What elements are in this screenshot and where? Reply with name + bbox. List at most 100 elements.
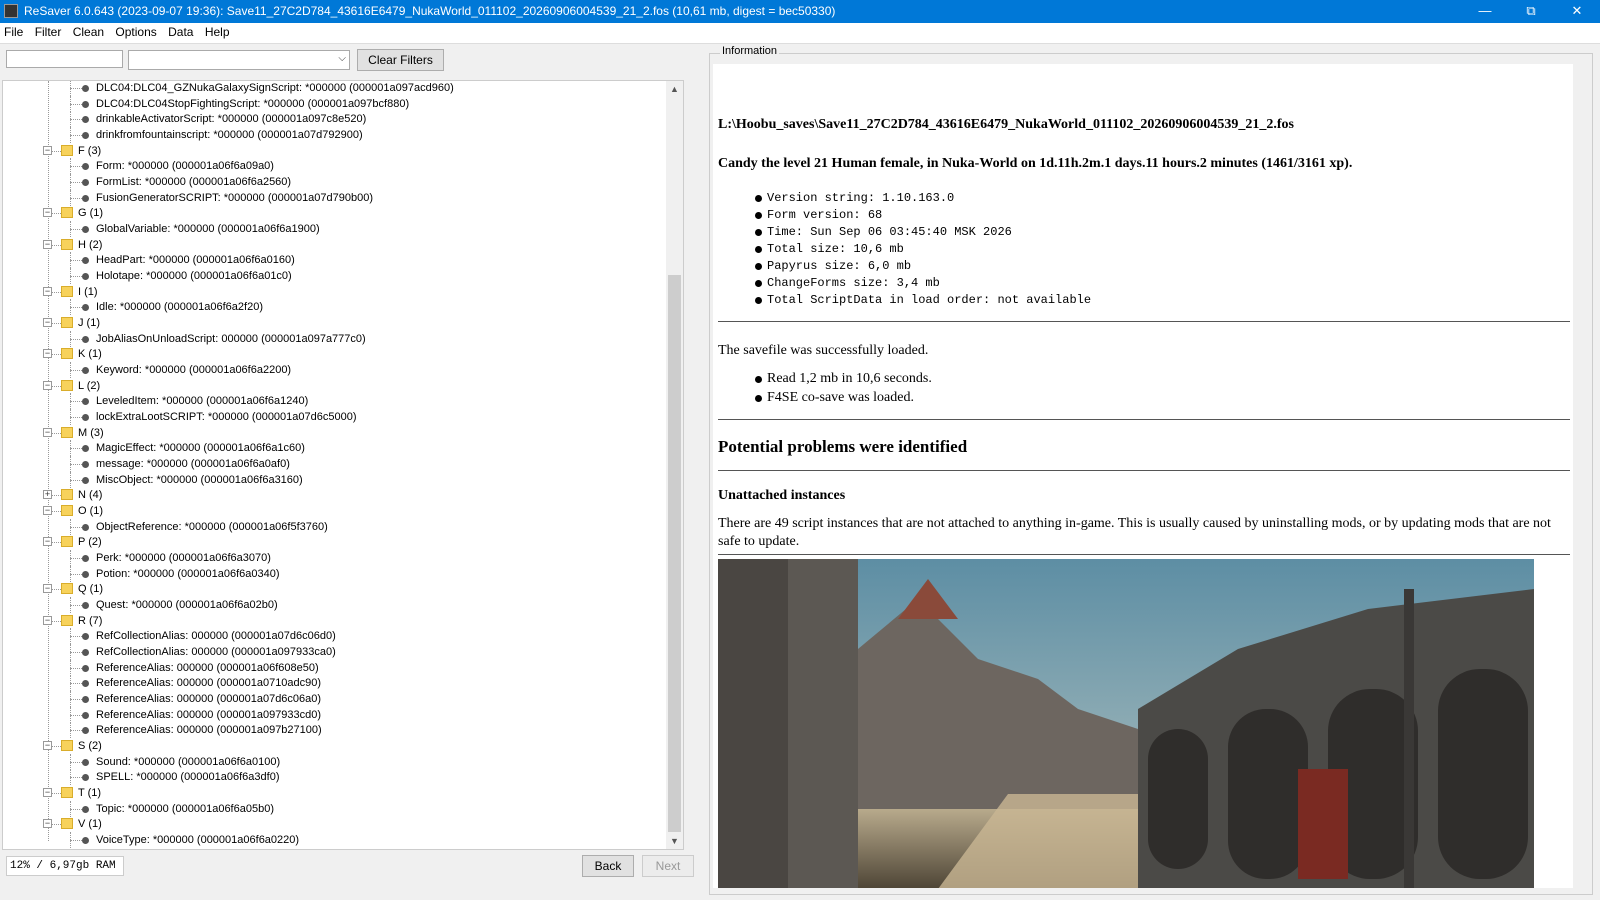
tree-category-label: G (1) bbox=[78, 207, 104, 219]
next-button[interactable]: Next bbox=[642, 855, 694, 877]
leaf-bullet-icon bbox=[82, 398, 89, 405]
tree-item[interactable]: SPELL: *000000 (000001a06f6a3df0) bbox=[3, 769, 665, 785]
collapse-icon[interactable]: − bbox=[43, 318, 52, 327]
tree-scroll-thumb[interactable] bbox=[668, 275, 681, 832]
tree-scrollbar[interactable]: ▲ ▼ bbox=[666, 81, 683, 849]
tree-category[interactable]: − S (2) bbox=[3, 738, 665, 754]
filter-text-input[interactable] bbox=[6, 50, 123, 68]
scroll-down-arrow-icon[interactable]: ▼ bbox=[666, 833, 683, 849]
tree-item[interactable]: Sound: *000000 (000001a06f6a0100) bbox=[3, 754, 665, 770]
tree-item[interactable]: ReferenceAlias: 000000 (000001a06f608e50… bbox=[3, 660, 665, 676]
folder-icon bbox=[61, 145, 73, 156]
collapse-icon[interactable]: − bbox=[43, 381, 52, 390]
tree-category[interactable]: − O (1) bbox=[3, 503, 665, 519]
tree-category[interactable]: − R (7) bbox=[3, 613, 665, 629]
collapse-icon[interactable]: − bbox=[43, 616, 52, 625]
tree-item[interactable]: ReferenceAlias: 000000 (000001a097b27100… bbox=[3, 722, 665, 738]
tree-item[interactable]: RefCollectionAlias: 000000 (000001a07d6c… bbox=[3, 628, 665, 644]
save-tree[interactable]: VoiceType: *000000 (000001a06f6a0220) − V … bbox=[2, 80, 684, 850]
tree-category[interactable]: − L (2) bbox=[3, 378, 665, 394]
tree-item[interactable]: Quest: *000000 (000001a06f6a02b0) bbox=[3, 597, 665, 613]
close-button[interactable]: ✕ bbox=[1554, 0, 1600, 23]
menu-file[interactable]: File bbox=[0, 23, 27, 39]
tree-category[interactable]: − V (1) bbox=[3, 816, 665, 832]
tree-category[interactable]: − Q (1) bbox=[3, 581, 665, 597]
tree-category[interactable]: − H (2) bbox=[3, 237, 665, 253]
leaf-bullet-icon bbox=[82, 665, 89, 672]
tree-connector bbox=[70, 699, 82, 700]
tree-item[interactable]: Topic: *000000 (000001a06f6a05b0) bbox=[3, 801, 665, 817]
tree-item[interactable]: JobAliasOnUnloadScript: 000000 (000001a0… bbox=[3, 331, 665, 347]
collapse-icon[interactable]: − bbox=[43, 819, 52, 828]
tree-category[interactable]: − G (1) bbox=[3, 205, 665, 221]
chevron-down-icon[interactable]: ⌵ bbox=[338, 53, 346, 64]
tree-item[interactable]: drinkfromfountainscript: *000000 (000001… bbox=[3, 127, 665, 143]
collapse-icon[interactable]: − bbox=[43, 788, 52, 797]
tree-item[interactable]: ReferenceAlias: 000000 (000001a07d6c06a0… bbox=[3, 691, 665, 707]
tree-item[interactable]: MiscObject: *000000 (000001a06f6a3160) bbox=[3, 472, 665, 488]
collapse-icon[interactable]: − bbox=[43, 506, 52, 515]
tree-item[interactable]: lockExtraLootSCRIPT: *000000 (000001a07d… bbox=[3, 409, 665, 425]
bullet-icon bbox=[755, 297, 762, 304]
menu-data[interactable]: Data bbox=[164, 23, 197, 39]
tree-item[interactable]: Form: *000000 (000001a06f6a09a0) bbox=[3, 158, 665, 174]
tree-connector bbox=[70, 558, 82, 559]
tree-item-label: ReferenceAlias: 000000 (000001a06f608e50… bbox=[96, 662, 319, 674]
collapse-icon[interactable]: − bbox=[43, 146, 52, 155]
tree-item[interactable]: MagicEffect: *000000 (000001a06f6a1c60) bbox=[3, 440, 665, 456]
tree-category[interactable]: − K (1) bbox=[3, 346, 665, 362]
menu-options[interactable]: Options bbox=[111, 23, 160, 39]
information-view[interactable]: L:\Hoobu_saves\Save11_27C2D784_43616E647… bbox=[713, 64, 1573, 888]
collapse-icon[interactable]: − bbox=[43, 208, 52, 217]
tree-category[interactable]: − J (1) bbox=[3, 315, 665, 331]
filter-combo[interactable]: ⌵ bbox=[128, 50, 350, 70]
leaf-bullet-icon bbox=[82, 696, 89, 703]
tree-item[interactable]: LeveledItem: *000000 (000001a06f6a1240) bbox=[3, 393, 665, 409]
menu-clean[interactable]: Clean bbox=[69, 23, 108, 39]
tree-item[interactable]: HeadPart: *000000 (000001a06f6a0160) bbox=[3, 252, 665, 268]
tree-category[interactable]: − T (1) bbox=[3, 785, 665, 801]
tree-item[interactable]: Potion: *000000 (000001a06f6a0340) bbox=[3, 566, 665, 582]
collapse-icon[interactable]: − bbox=[43, 537, 52, 546]
tree-category[interactable]: − P (2) bbox=[3, 534, 665, 550]
menu-help[interactable]: Help bbox=[201, 23, 234, 39]
tree-item[interactable]: Keyword: *000000 (000001a06f6a2200) bbox=[3, 362, 665, 378]
tree-item[interactable]: VoiceType: *000000 (000001a06f6a0220) bbox=[3, 832, 665, 848]
tree-item[interactable]: Holotape: *000000 (000001a06f6a01c0) bbox=[3, 268, 665, 284]
tree-item[interactable]: FusionGeneratorSCRIPT: *000000 (000001a0… bbox=[3, 190, 665, 206]
tree-item[interactable]: RefCollectionAlias: 000000 (000001a09793… bbox=[3, 644, 665, 660]
tree-item[interactable]: ReferenceAlias: 000000 (000001a097933cd0… bbox=[3, 707, 665, 723]
tree-item[interactable]: message: *000000 (000001a06f6a0af0) bbox=[3, 456, 665, 472]
collapse-icon[interactable]: − bbox=[43, 240, 52, 249]
clear-filters-button[interactable]: Clear Filters bbox=[357, 49, 444, 71]
back-button[interactable]: Back bbox=[582, 855, 634, 877]
tree-connector bbox=[70, 777, 82, 778]
unattached-text-line2: safe to update. bbox=[718, 534, 800, 549]
tree-item[interactable]: ReferenceAlias: 000000 (000001a0710adc90… bbox=[3, 675, 665, 691]
tree-category[interactable]: + N (4) bbox=[3, 487, 665, 503]
tree-item[interactable]: Perk: *000000 (000001a06f6a3070) bbox=[3, 550, 665, 566]
collapse-icon[interactable]: − bbox=[43, 349, 52, 358]
tree-item[interactable]: GlobalVariable: *000000 (000001a06f6a190… bbox=[3, 221, 665, 237]
tree-item-label: Form: *000000 (000001a06f6a09a0) bbox=[96, 160, 274, 172]
tree-category[interactable]: − M (3) bbox=[3, 425, 665, 441]
tree-item[interactable]: FormList: *000000 (000001a06f6a2560) bbox=[3, 174, 665, 190]
maximize-button[interactable]: ⧉ bbox=[1508, 0, 1554, 23]
tree-category[interactable]: − I (1) bbox=[3, 284, 665, 300]
collapse-icon[interactable]: − bbox=[43, 287, 52, 296]
tree-category-label: L (2) bbox=[78, 380, 101, 392]
expand-icon[interactable]: + bbox=[43, 490, 52, 499]
tree-item[interactable]: Idle: *000000 (000001a06f6a2f20) bbox=[3, 299, 665, 315]
tree-category[interactable]: − F (3) bbox=[3, 143, 665, 159]
tree-item[interactable]: drinkableActivatorScript: *000000 (00000… bbox=[3, 111, 665, 127]
collapse-icon[interactable]: − bbox=[43, 428, 52, 437]
collapse-icon[interactable]: − bbox=[43, 741, 52, 750]
menu-filter[interactable]: Filter bbox=[31, 23, 66, 39]
scroll-up-arrow-icon[interactable]: ▲ bbox=[666, 81, 683, 97]
tree-item[interactable]: ObjectReference: *000000 (000001a06f5f37… bbox=[3, 519, 665, 535]
collapse-icon[interactable]: − bbox=[43, 584, 52, 593]
minimize-button[interactable]: — bbox=[1462, 0, 1508, 23]
tree-item[interactable]: DLC04:DLC04_GZNukaGalaxySignScript: *000… bbox=[3, 81, 665, 96]
separator bbox=[718, 321, 1570, 322]
tree-item[interactable]: DLC04:DLC04StopFightingScript: *000000 (… bbox=[3, 96, 665, 112]
